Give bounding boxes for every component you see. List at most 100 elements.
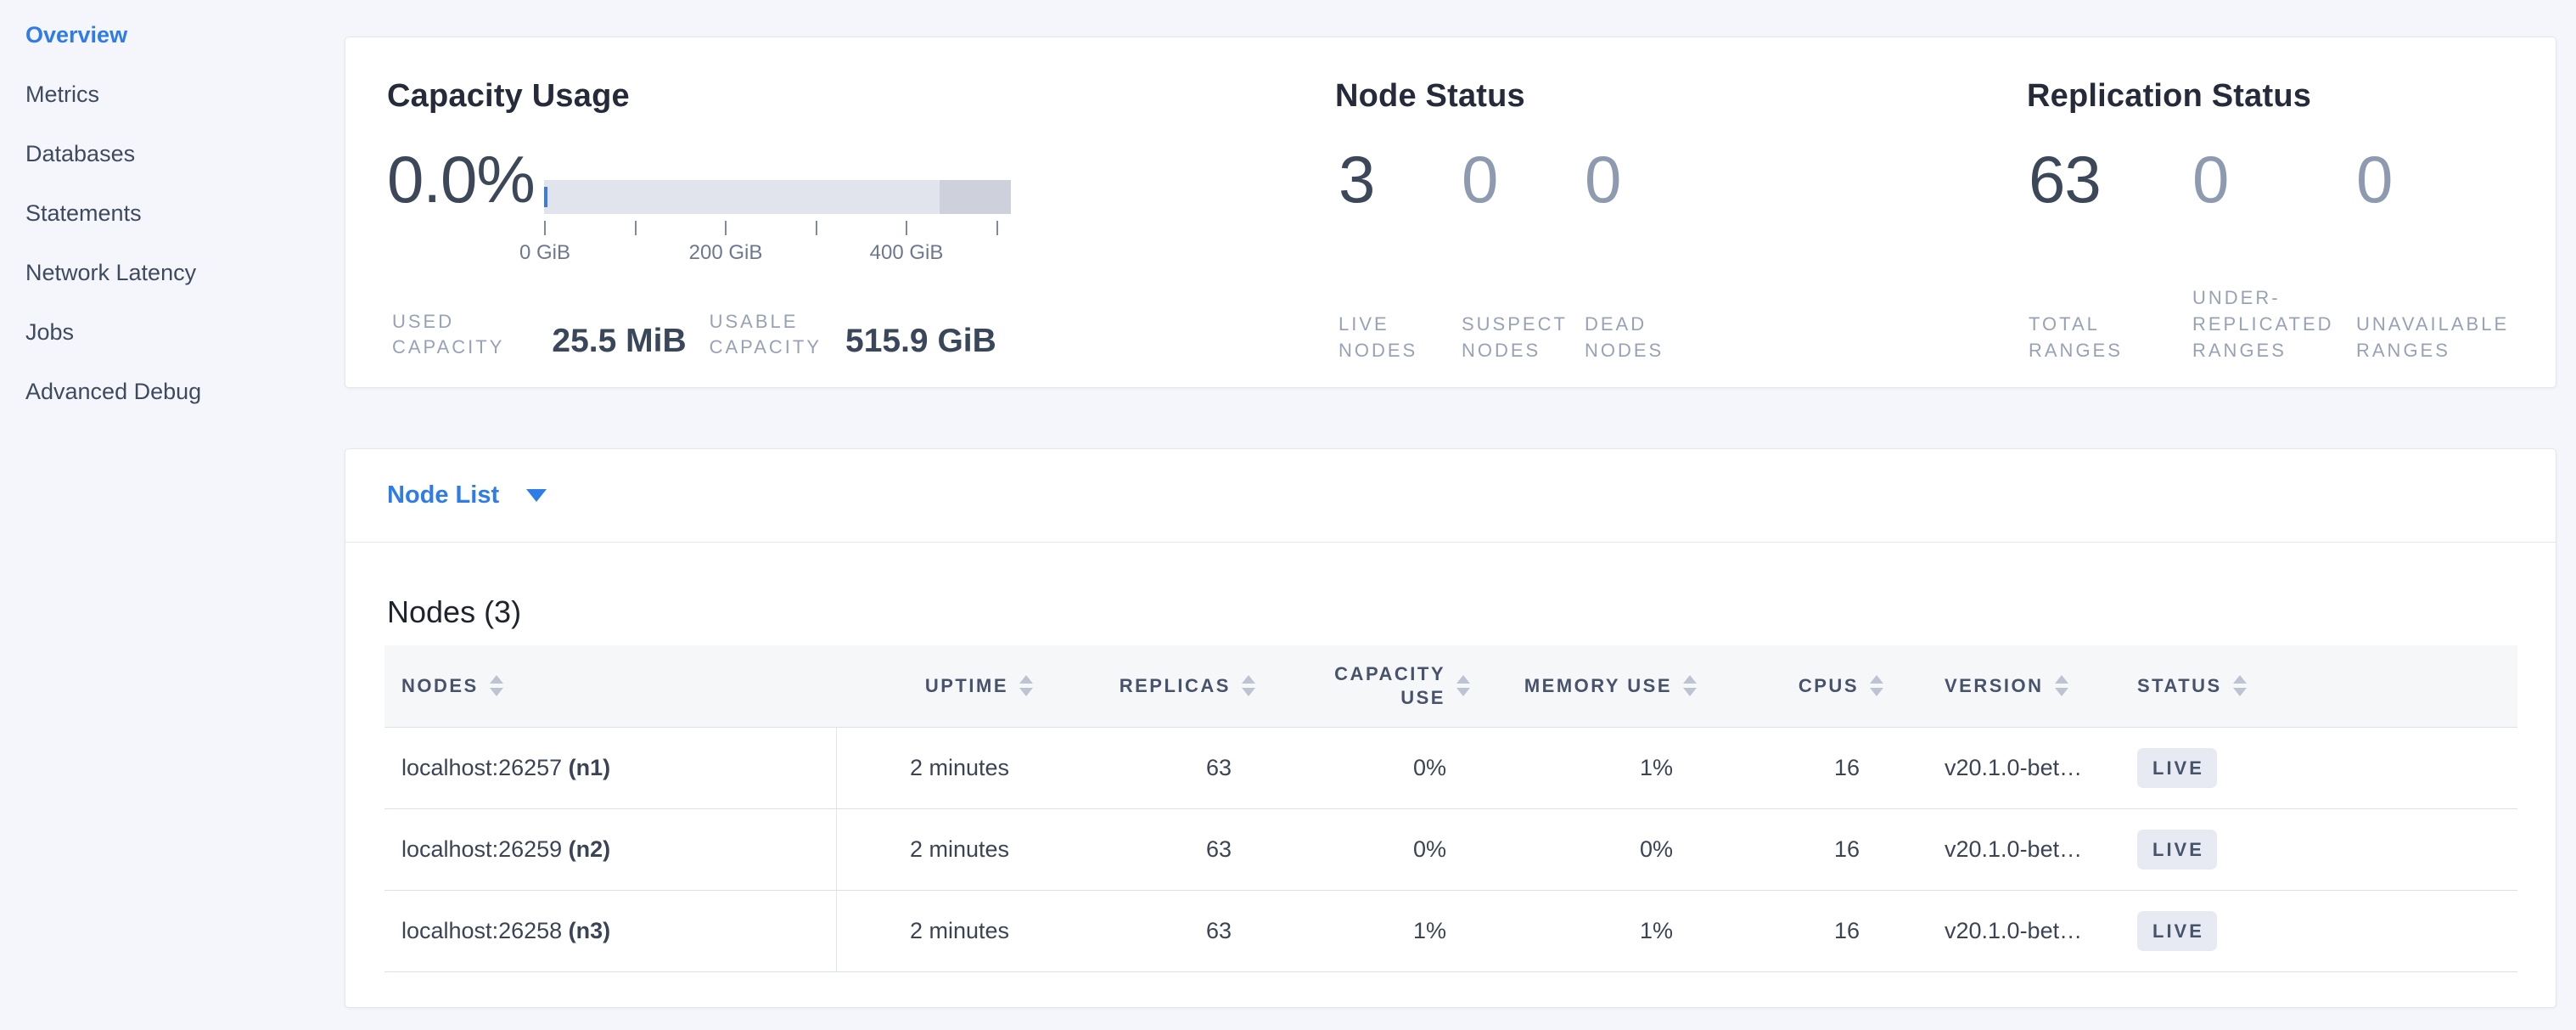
column-header-uptime[interactable]: UPTIME xyxy=(836,645,1045,727)
sidebar-item-metrics[interactable]: Metrics xyxy=(25,82,331,108)
uptime-cell: 2 minutes xyxy=(836,890,1045,971)
column-header-label: NODES xyxy=(401,674,479,698)
stat-label: SUSPECTNODES xyxy=(1462,284,1585,363)
status-badge: LIVE xyxy=(2137,830,2217,870)
table-row[interactable]: localhost:26257 (n1)2 minutes630%1%16v20… xyxy=(384,727,2517,808)
sort-down-arrow xyxy=(1456,688,1470,696)
sort-icon xyxy=(2233,675,2247,696)
sort-up-arrow xyxy=(2055,675,2068,684)
sort-up-arrow xyxy=(1019,675,1033,684)
sort-up-arrow xyxy=(490,675,503,684)
stat-live-nodes: 3 LIVENODES xyxy=(1339,138,1462,363)
sidebar: Overview Metrics Databases Statements Networ… xyxy=(25,22,331,438)
nodes-table: NODES UPTIME REPLICAS CAPACITYUSE MEMORY USE… xyxy=(384,645,2517,972)
column-header-inner: STATUS xyxy=(2137,674,2517,698)
column-header-label: CPUS xyxy=(1799,674,1859,698)
gauge-tick xyxy=(725,221,727,235)
table-row[interactable]: localhost:26259 (n2)2 minutes630%0%16v20… xyxy=(384,808,2517,890)
capacity-stats: USEDCAPACITY25.5 MiBUSABLECAPACITY515.9 … xyxy=(392,309,996,360)
sidebar-item-advanced-debug[interactable]: Advanced Debug xyxy=(25,379,331,405)
node-id: (n2) xyxy=(569,836,611,862)
sort-icon xyxy=(1870,675,1883,696)
version-cell: v20.1.0-bet… xyxy=(1895,808,2127,890)
capacity-use-cell: 0% xyxy=(1267,727,1482,808)
sidebar-item-databases[interactable]: Databases xyxy=(25,141,331,167)
column-header-capacity_use[interactable]: CAPACITYUSE xyxy=(1267,645,1482,727)
sort-icon xyxy=(490,675,503,696)
uptime-cell: 2 minutes xyxy=(836,808,1045,890)
status-cell: LIVE xyxy=(2127,890,2517,971)
column-header-replicas[interactable]: REPLICAS xyxy=(1045,645,1267,727)
stat-label: UNDER-REPLICATEDRANGES xyxy=(2192,284,2356,363)
stat-number: 63 xyxy=(2029,138,2192,220)
sort-down-arrow xyxy=(1683,688,1697,696)
column-header-label: VERSION xyxy=(1945,674,2044,698)
column-header-inner: REPLICAS xyxy=(1045,674,1255,698)
gauge-segment-2 xyxy=(940,180,1011,214)
column-header-label: UPTIME xyxy=(925,674,1008,698)
memory-use-cell: 0% xyxy=(1482,808,1709,890)
column-header-inner: NODES xyxy=(401,674,836,698)
replicas-cell: 63 xyxy=(1045,808,1267,890)
sort-up-arrow xyxy=(1242,675,1255,684)
column-header-version[interactable]: VERSION xyxy=(1895,645,2127,727)
stat-label: TOTALRANGES xyxy=(2029,284,2192,363)
stat-number: 0 xyxy=(2192,138,2356,220)
column-header-cpus[interactable]: CPUS xyxy=(1709,645,1895,727)
column-header-inner: MEMORY USE xyxy=(1482,674,1697,698)
column-header-label: CAPACITYUSE xyxy=(1334,662,1445,710)
stat-label: UNAVAILABLERANGES xyxy=(2356,284,2520,363)
cpus-cell: 16 xyxy=(1709,890,1895,971)
nodes-section: Nodes (3) NODESUPTIMEREPLICASCAPACITYUSE… xyxy=(345,594,2556,972)
sort-down-arrow xyxy=(1019,688,1033,696)
node-address-cell: localhost:26258 (n3) xyxy=(384,890,836,971)
status-badge: LIVE xyxy=(2137,911,2217,951)
memory-use-cell: 1% xyxy=(1482,727,1709,808)
cpus-cell: 16 xyxy=(1709,808,1895,890)
capacity-percent: 0.0% xyxy=(387,138,535,220)
sidebar-item-jobs[interactable]: Jobs xyxy=(25,319,331,346)
stat-total-ranges: 63 TOTALRANGES xyxy=(2029,138,2192,363)
gauge-used-marker xyxy=(544,187,547,207)
column-header-inner: UPTIME xyxy=(836,674,1033,698)
status-cell: LIVE xyxy=(2127,808,2517,890)
replication-status-stats: 63TOTALRANGES0UNDER-REPLICATEDRANGES0UNA… xyxy=(2029,138,2520,363)
stat-number: 3 xyxy=(1339,138,1462,220)
sort-down-arrow xyxy=(2055,688,2068,696)
uptime-cell: 2 minutes xyxy=(836,727,1045,808)
sort-down-arrow xyxy=(1242,688,1255,696)
node-list-dropdown[interactable]: Node List xyxy=(345,449,2556,543)
gauge-tick xyxy=(906,221,907,235)
column-header-label: STATUS xyxy=(2137,674,2222,698)
sort-up-arrow xyxy=(1683,675,1697,684)
stat-value: 515.9 GiB xyxy=(845,323,996,360)
stat-label: LIVENODES xyxy=(1339,284,1462,363)
stat-label: USEDCAPACITY xyxy=(392,309,504,360)
node-address-cell: localhost:26259 (n2) xyxy=(384,808,836,890)
sidebar-item-statements[interactable]: Statements xyxy=(25,200,331,227)
sort-up-arrow xyxy=(1870,675,1883,684)
node-list-card: Node List Nodes (3) NODESUPTIMEREPLICASC… xyxy=(345,448,2556,1008)
version-cell: v20.1.0-bet… xyxy=(1895,890,2127,971)
sidebar-item-overview[interactable]: Overview xyxy=(25,22,331,48)
sort-down-arrow xyxy=(1870,688,1883,696)
chevron-down-icon xyxy=(526,489,547,502)
status-badge: LIVE xyxy=(2137,748,2217,788)
node-address-cell: localhost:26257 (n1) xyxy=(384,727,836,808)
gauge-tick xyxy=(544,221,546,235)
stat-number: 0 xyxy=(2356,138,2520,220)
node-id: (n3) xyxy=(569,918,611,943)
column-header-status[interactable]: STATUS xyxy=(2127,645,2517,727)
gauge-tick-label: 0 GiB xyxy=(477,241,613,265)
capacity-use-cell: 1% xyxy=(1267,890,1482,971)
stat-number: 0 xyxy=(1462,138,1585,220)
sidebar-item-network-latency[interactable]: Network Latency xyxy=(25,260,331,286)
gauge-tick xyxy=(635,221,637,235)
table-row[interactable]: localhost:26258 (n3)2 minutes631%1%16v20… xyxy=(384,890,2517,971)
column-header-memory_use[interactable]: MEMORY USE xyxy=(1482,645,1709,727)
stat-value: 25.5 MiB xyxy=(552,323,686,360)
capacity-gauge xyxy=(544,180,1011,214)
gauge-tick-label: 400 GiB xyxy=(839,241,974,265)
column-header-node[interactable]: NODES xyxy=(384,645,836,727)
sort-icon xyxy=(1019,675,1033,696)
